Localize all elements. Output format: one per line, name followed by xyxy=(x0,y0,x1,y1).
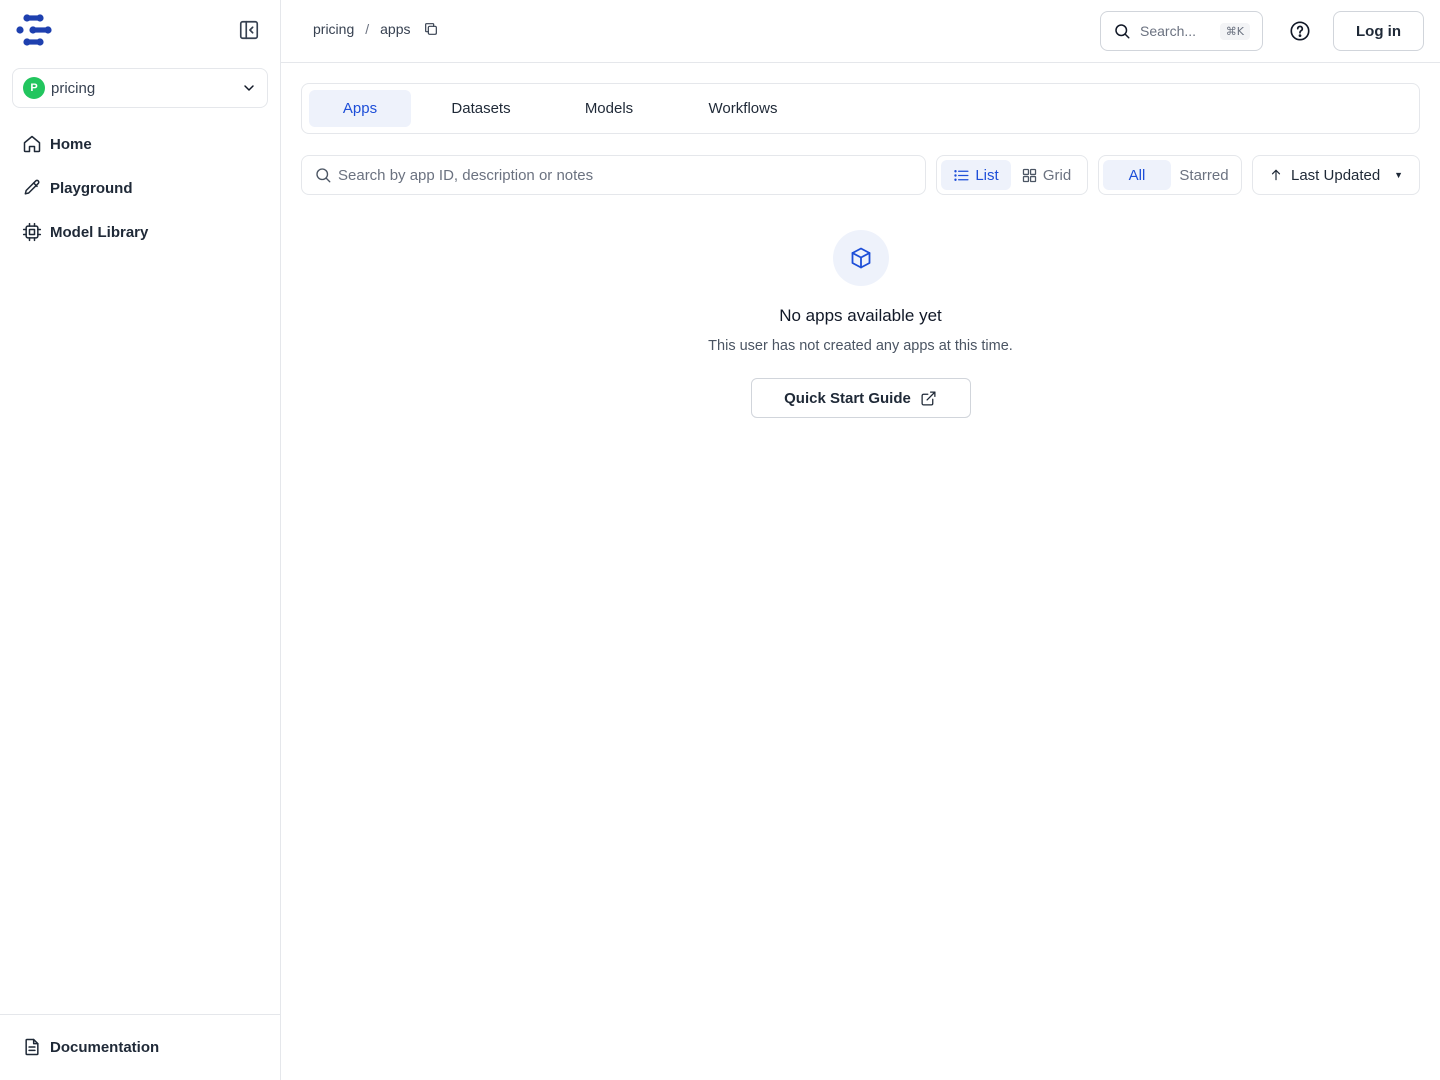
org-selector[interactable]: P pricing xyxy=(12,68,268,108)
tab-apps[interactable]: Apps xyxy=(309,90,411,127)
org-avatar: P xyxy=(23,77,45,99)
sidebar-item-documentation[interactable]: Documentation xyxy=(22,1037,159,1057)
sidebar-nav: Home Playground Model Library xyxy=(12,122,268,254)
sidebar: P pricing Home Playground Model Library … xyxy=(0,0,281,1080)
view-list-button[interactable]: List xyxy=(941,160,1011,190)
app-search-box xyxy=(301,155,926,195)
caret-down-icon: ▼ xyxy=(1394,170,1403,180)
cube-icon xyxy=(851,247,870,269)
breadcrumb-separator: / xyxy=(365,21,370,37)
view-toggle: List Grid xyxy=(936,155,1088,195)
view-grid-button[interactable]: Grid xyxy=(1011,160,1081,190)
help-icon[interactable] xyxy=(1289,20,1311,42)
chevron-down-icon xyxy=(244,85,254,91)
filter-toggle: All Starred xyxy=(1098,155,1242,195)
external-link-icon xyxy=(921,390,936,406)
view-grid-label: Grid xyxy=(1042,166,1072,184)
filter-all-button[interactable]: All xyxy=(1103,160,1171,190)
document-icon xyxy=(25,1038,39,1056)
home-icon xyxy=(23,135,41,153)
org-name: pricing xyxy=(51,79,96,97)
sidebar-item-playground[interactable]: Playground xyxy=(12,166,268,210)
sidebar-item-label: Model Library xyxy=(50,223,149,241)
app-search-input[interactable] xyxy=(338,166,913,184)
arrow-up-icon xyxy=(1271,169,1281,181)
copy-icon[interactable] xyxy=(423,21,439,37)
empty-state-icon-badge xyxy=(832,230,889,286)
sidebar-item-model-library[interactable]: Model Library xyxy=(12,210,268,254)
empty-state: No apps available yet This user has not … xyxy=(301,230,1420,418)
breadcrumb-current: apps xyxy=(380,21,411,37)
empty-state-title: No apps available yet xyxy=(779,306,942,325)
brand-logo-icon[interactable] xyxy=(16,14,52,46)
search-shortcut-badge: ⌘K xyxy=(1219,22,1250,40)
sidebar-collapse-icon xyxy=(239,20,259,40)
filter-starred-button[interactable]: Starred xyxy=(1171,160,1237,190)
sidebar-footer: Documentation xyxy=(0,1014,281,1080)
global-search-button[interactable]: Search... ⌘K xyxy=(1100,11,1263,51)
global-search-placeholder: Search... xyxy=(1140,23,1197,39)
documentation-label: Documentation xyxy=(50,1038,160,1056)
tab-workflows[interactable]: Workflows xyxy=(667,90,819,127)
search-icon xyxy=(1115,24,1130,39)
search-icon xyxy=(316,168,331,183)
resource-tabs: Apps Datasets Models Workflows xyxy=(301,83,1420,134)
sort-label: Last Updated xyxy=(1291,166,1381,184)
quick-start-guide-button[interactable]: Quick Start Guide xyxy=(750,378,971,418)
cpu-chip-icon xyxy=(22,222,42,242)
view-list-label: List xyxy=(975,166,999,184)
collapse-sidebar-button[interactable] xyxy=(238,19,260,41)
topbar: pricing / apps Search... ⌘K Log in xyxy=(281,0,1440,63)
breadcrumb-org-link[interactable]: pricing xyxy=(313,21,354,37)
list-icon xyxy=(954,169,969,181)
empty-state-description: This user has not created any apps at th… xyxy=(708,338,1013,354)
pencil-icon xyxy=(24,179,40,195)
sidebar-item-label: Home xyxy=(50,135,92,153)
login-button[interactable]: Log in xyxy=(1333,11,1424,51)
grid-icon xyxy=(1022,168,1036,182)
sort-dropdown[interactable]: Last Updated ▼ xyxy=(1252,155,1420,195)
sidebar-item-label: Playground xyxy=(50,179,133,197)
quick-start-guide-label: Quick Start Guide xyxy=(784,389,911,407)
tab-models[interactable]: Models xyxy=(551,90,667,127)
sidebar-item-home[interactable]: Home xyxy=(12,122,268,166)
breadcrumb: pricing / apps xyxy=(313,21,439,37)
tab-datasets[interactable]: Datasets xyxy=(411,90,551,127)
